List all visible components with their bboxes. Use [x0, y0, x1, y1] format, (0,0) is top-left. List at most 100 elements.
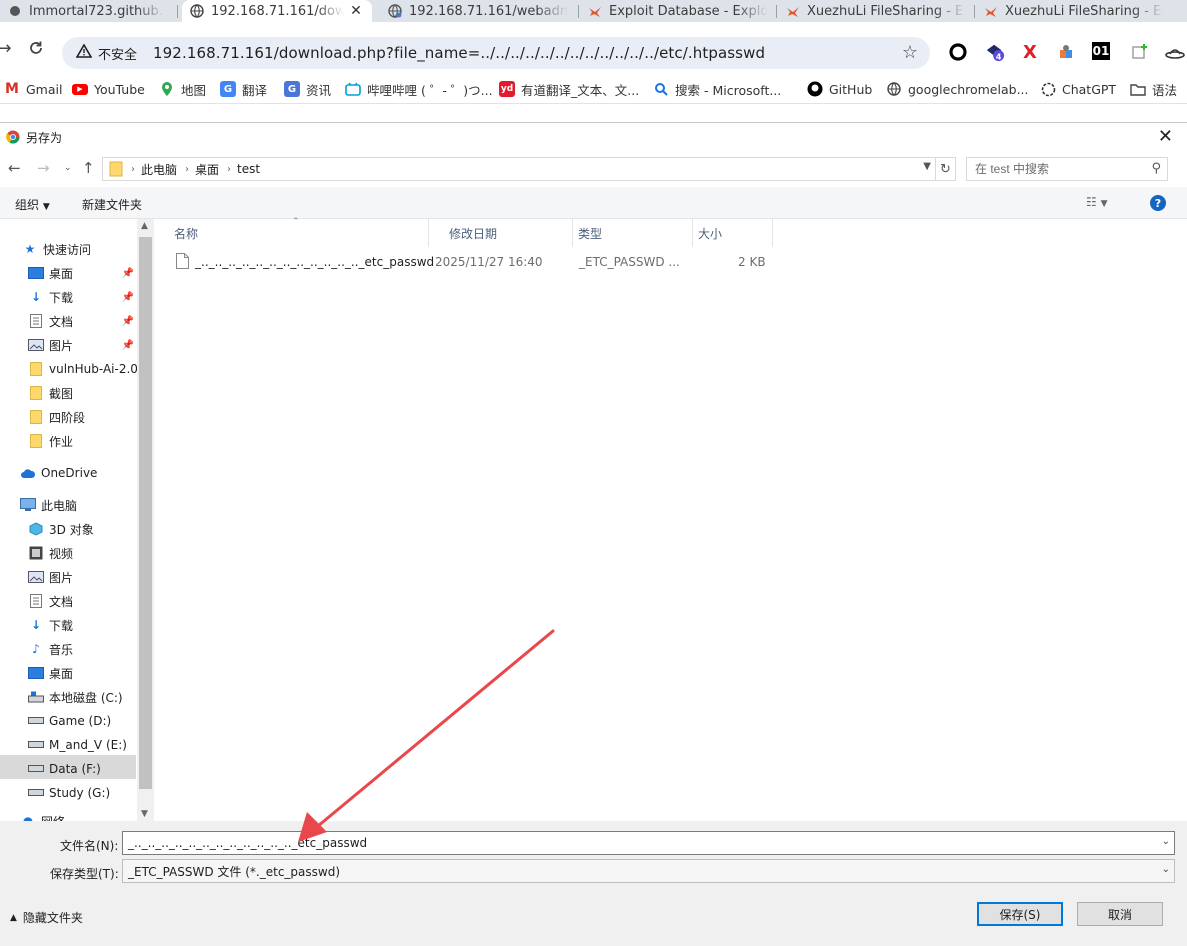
chevron-down-icon[interactable]: ⌄	[1162, 864, 1170, 875]
nav-pc-drive-e[interactable]: M_and_V (E:)	[28, 733, 127, 757]
scroll-down-icon[interactable]: ▼	[141, 809, 148, 819]
tab-xuezhuli-1[interactable]: XuezhuLi FileSharing - Exploit	[778, 0, 974, 22]
nav-quick-documents[interactable]: 文档 📌	[28, 309, 134, 333]
nav-this-pc[interactable]: 此电脑	[20, 493, 77, 517]
new-folder-button[interactable]: 新建文件夹	[82, 196, 142, 213]
document-icon	[28, 314, 44, 328]
extension-puzzle-icon[interactable]	[1056, 42, 1076, 62]
bookmark-youdao[interactable]: yd 有道翻译_文本、文...	[499, 80, 639, 98]
up-arrow-icon[interactable]: ↑	[82, 159, 95, 177]
close-dialog-icon[interactable]: ✕	[1158, 126, 1173, 147]
nav-quick-pictures[interactable]: 图片 📌	[28, 333, 134, 357]
help-icon[interactable]: ?	[1150, 195, 1166, 211]
table-row[interactable]: _.._.._.._.._.._.._.._.._.._.._.._.._etc…	[154, 249, 774, 273]
extension-01-icon[interactable]: 01	[1092, 42, 1110, 60]
bookmark-bing-search[interactable]: 搜索 - Microsoft...	[653, 80, 781, 98]
column-header-name[interactable]: 名称 ⌃	[154, 217, 429, 247]
nav-quick-folder[interactable]: vulnHub-Ai-2.0	[28, 357, 137, 381]
chevron-down-icon[interactable]: ▼	[923, 161, 931, 172]
view-options-icon[interactable]: ☷ ▼	[1086, 195, 1108, 209]
folder-search[interactable]: ⚲	[966, 157, 1168, 181]
bookmark-grammar-folder[interactable]: 语法	[1130, 80, 1177, 98]
forward-arrow-icon[interactable]: →	[37, 159, 50, 177]
nav-pc-drive-g[interactable]: Study (G:)	[28, 781, 110, 805]
security-indicator[interactable]: 不安全	[70, 41, 143, 65]
nav-pc-drive-d[interactable]: Game (D:)	[28, 709, 111, 733]
chevron-right-icon[interactable]: ›	[131, 164, 135, 175]
bookmark-github[interactable]: GitHub	[807, 80, 872, 98]
crumb-this-pc[interactable]: 此电脑	[141, 161, 177, 178]
nav-onedrive[interactable]: OneDrive	[20, 461, 97, 485]
extension-badge-icon[interactable]: 4	[985, 42, 1005, 62]
nav-quick-desktop[interactable]: 桌面 📌	[28, 261, 134, 285]
bookmark-maps[interactable]: 地图	[159, 80, 206, 98]
nav-label: 图片	[49, 338, 74, 353]
scrollbar-thumb[interactable]	[139, 237, 152, 789]
tab-immortal[interactable]: Immortal723.github.io	[0, 0, 172, 22]
bookmark-chatgpt[interactable]: ChatGPT	[1040, 80, 1116, 98]
recent-locations-icon[interactable]: ⌄	[64, 163, 72, 173]
nav-quick-access[interactable]: ★ 快速访问	[22, 237, 91, 261]
back-arrow-icon[interactable]: ←	[8, 159, 21, 177]
bookmark-googlechromelabs[interactable]: googlechromelab...	[886, 80, 1029, 98]
nav-pc-documents[interactable]: 文档	[28, 589, 73, 613]
bookmark-youtube[interactable]: ▶ YouTube	[72, 80, 145, 98]
nav-pc-downloads[interactable]: ↓ 下载	[28, 613, 73, 637]
nav-pc-desktop-selected[interactable]: 桌面	[28, 661, 73, 685]
nav-quick-folder[interactable]: 截图	[28, 381, 73, 405]
chevron-right-icon[interactable]: ›	[185, 164, 189, 175]
tab-xuezhuli-2[interactable]: XuezhuLi FileSharing - Exploit	[976, 0, 1172, 22]
extension-x-icon[interactable]: X	[1020, 42, 1040, 63]
filename-input[interactable]: _.._.._.._.._.._.._.._.._.._.._.._.._etc…	[122, 831, 1175, 855]
nav-pc-videos[interactable]: 视频	[28, 541, 73, 565]
bookmark-star-icon[interactable]: ☆	[902, 42, 918, 63]
column-label: 大小	[698, 226, 723, 241]
nav-quick-downloads[interactable]: ↓ 下载 📌	[28, 285, 134, 309]
nav-quick-folder[interactable]: 作业	[28, 429, 73, 453]
hide-folders-toggle[interactable]: ▲ 隐藏文件夹	[10, 909, 83, 926]
search-icon[interactable]: ⚲	[1151, 161, 1161, 176]
bookmark-news[interactable]: G 资讯	[284, 80, 331, 98]
nav-pc-pictures[interactable]: 图片	[28, 565, 73, 589]
tab-download-active[interactable]: 192.168.71.161/download ✕	[182, 0, 372, 22]
crumb-desktop[interactable]: 桌面	[195, 161, 219, 178]
nav-pc-3d-objects[interactable]: 3D 对象	[28, 517, 94, 541]
extension-circle-icon[interactable]	[948, 42, 968, 62]
column-header-modified[interactable]: 修改日期	[429, 219, 573, 247]
column-header-size[interactable]: 大小	[693, 219, 773, 247]
search-input[interactable]	[975, 162, 1135, 176]
column-header-type[interactable]: 类型	[573, 219, 693, 247]
crumb-test[interactable]: test	[237, 162, 260, 176]
url-text[interactable]: 192.168.71.161/download.php?file_name=..…	[153, 44, 765, 62]
tab-exploit-db[interactable]: Exploit Database - Exploits	[580, 0, 776, 22]
extension-add-icon[interactable]	[1130, 42, 1150, 62]
refresh-icon[interactable]: ↻	[936, 157, 956, 181]
forward-icon[interactable]: →	[0, 38, 14, 59]
scroll-up-icon[interactable]: ▲	[141, 221, 148, 231]
nav-scrollbar[interactable]: ▲ ▼	[137, 219, 154, 821]
bookmark-translate[interactable]: G 翻译	[220, 80, 267, 98]
bookmark-gmail[interactable]: M Gmail	[4, 80, 62, 98]
tab-title: 192.168.71.161/webadmin	[409, 3, 568, 19]
cancel-button[interactable]: 取消	[1077, 902, 1163, 926]
bookmark-bilibili[interactable]: 哔哩哔哩 ( ゜- ゜)つ...	[345, 80, 493, 98]
star-icon: ★	[24, 242, 36, 256]
nav-pc-drive-f[interactable]: Data (F:)	[28, 757, 101, 781]
savetype-select[interactable]: _ETC_PASSWD 文件 (*._etc_passwd) ⌄	[122, 859, 1175, 883]
chevron-right-icon[interactable]: ›	[227, 164, 231, 175]
nav-network[interactable]: ● 网络	[20, 809, 65, 821]
close-tab-icon[interactable]: ✕	[348, 3, 364, 19]
reload-icon[interactable]	[26, 38, 46, 58]
nav-label: 截图	[49, 386, 74, 401]
nav-pc-drive-c[interactable]: 本地磁盘 (C:)	[28, 685, 123, 709]
path-breadcrumb[interactable]: › 此电脑 › 桌面 › test ▼	[102, 157, 936, 181]
nav-quick-folder[interactable]: 四阶段	[28, 405, 85, 429]
address-bar[interactable]: 不安全 192.168.71.161/download.php?file_nam…	[62, 37, 930, 69]
chevron-down-icon[interactable]: ⌄	[1162, 836, 1170, 847]
extension-hat-icon[interactable]	[1165, 42, 1185, 62]
nav-pc-music[interactable]: ♪ 音乐	[28, 637, 73, 661]
nav-label: 网络	[41, 813, 65, 822]
save-button[interactable]: 保存(S)	[977, 902, 1063, 926]
tab-webadmin[interactable]: 192.168.71.161/webadmin	[380, 0, 576, 22]
organize-button[interactable]: 组织 ▼	[15, 196, 50, 213]
